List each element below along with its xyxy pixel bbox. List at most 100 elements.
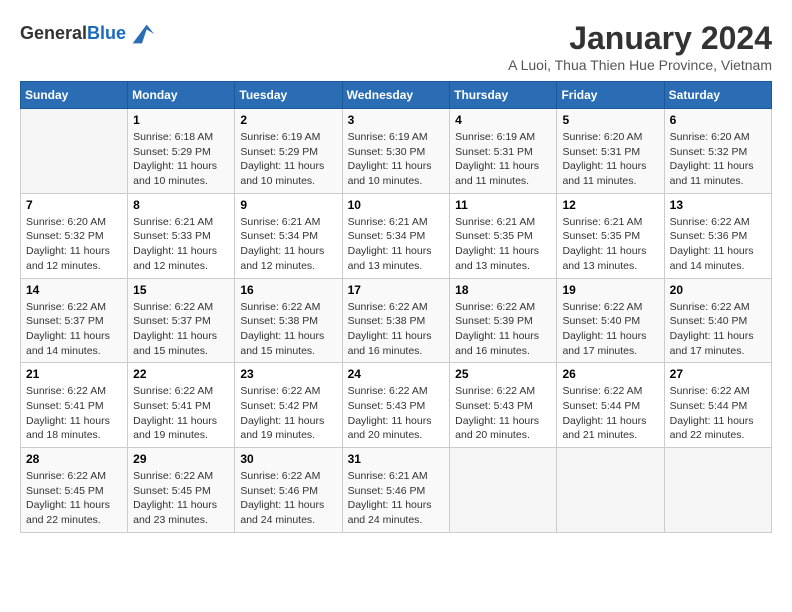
- logo: GeneralBlue: [20, 20, 156, 48]
- day-number: 16: [240, 283, 336, 297]
- day-detail: Sunrise: 6:19 AM Sunset: 5:30 PM Dayligh…: [348, 130, 445, 189]
- calendar-cell: 9 Sunrise: 6:21 AM Sunset: 5:34 PM Daylig…: [235, 193, 342, 278]
- day-detail: Sunrise: 6:18 AM Sunset: 5:29 PM Dayligh…: [133, 130, 229, 189]
- calendar-cell: [664, 448, 771, 533]
- day-detail: Sunrise: 6:21 AM Sunset: 5:35 PM Dayligh…: [455, 215, 551, 274]
- day-detail: Sunrise: 6:19 AM Sunset: 5:31 PM Dayligh…: [455, 130, 551, 189]
- calendar-cell: 27 Sunrise: 6:22 AM Sunset: 5:44 PM Dayli…: [664, 363, 771, 448]
- day-detail: Sunrise: 6:22 AM Sunset: 5:44 PM Dayligh…: [562, 384, 658, 443]
- calendar-cell: 11 Sunrise: 6:21 AM Sunset: 5:35 PM Dayli…: [450, 193, 557, 278]
- day-detail: Sunrise: 6:19 AM Sunset: 5:29 PM Dayligh…: [240, 130, 336, 189]
- day-detail: Sunrise: 6:21 AM Sunset: 5:34 PM Dayligh…: [348, 215, 445, 274]
- calendar-cell: [557, 448, 664, 533]
- weekday-header-wednesday: Wednesday: [342, 82, 450, 109]
- logo-text: GeneralBlue: [20, 24, 126, 44]
- weekday-header-sunday: Sunday: [21, 82, 128, 109]
- calendar-cell: 15Sunrise: 6:22 AM Sunset: 5:37 PM Dayli…: [128, 278, 235, 363]
- day-detail: Sunrise: 6:22 AM Sunset: 5:45 PM Dayligh…: [26, 469, 122, 528]
- day-detail: Sunrise: 6:22 AM Sunset: 5:46 PM Dayligh…: [240, 469, 336, 528]
- day-number: 23: [240, 367, 336, 381]
- day-number: 17: [348, 283, 445, 297]
- calendar-cell: 13Sunrise: 6:22 AM Sunset: 5:36 PM Dayli…: [664, 193, 771, 278]
- day-detail: Sunrise: 6:20 AM Sunset: 5:32 PM Dayligh…: [670, 130, 766, 189]
- calendar-cell: 21 Sunrise: 6:22 AM Sunset: 5:41 PM Dayli…: [21, 363, 128, 448]
- calendar-week-row: 14Sunrise: 6:22 AM Sunset: 5:37 PM Dayli…: [21, 278, 772, 363]
- day-detail: Sunrise: 6:22 AM Sunset: 5:38 PM Dayligh…: [348, 300, 445, 359]
- day-detail: Sunrise: 6:20 AM Sunset: 5:31 PM Dayligh…: [562, 130, 658, 189]
- day-number: 30: [240, 452, 336, 466]
- calendar-week-row: 7 Sunrise: 6:20 AM Sunset: 5:32 PM Daylig…: [21, 193, 772, 278]
- day-number: 20: [670, 283, 766, 297]
- calendar-week-row: 1 Sunrise: 6:18 AM Sunset: 5:29 PM Daylig…: [21, 109, 772, 194]
- day-detail: Sunrise: 6:21 AM Sunset: 5:46 PM Dayligh…: [348, 469, 445, 528]
- day-number: 21: [26, 367, 122, 381]
- day-detail: Sunrise: 6:22 AM Sunset: 5:38 PM Dayligh…: [240, 300, 336, 359]
- day-detail: Sunrise: 6:22 AM Sunset: 5:37 PM Dayligh…: [133, 300, 229, 359]
- day-detail: Sunrise: 6:22 AM Sunset: 5:41 PM Dayligh…: [133, 384, 229, 443]
- calendar-cell: [450, 448, 557, 533]
- day-number: 19: [562, 283, 658, 297]
- day-detail: Sunrise: 6:22 AM Sunset: 5:41 PM Dayligh…: [26, 384, 122, 443]
- title-section: January 2024 A Luoi, Thua Thien Hue Prov…: [508, 20, 772, 73]
- calendar-cell: 1 Sunrise: 6:18 AM Sunset: 5:29 PM Daylig…: [128, 109, 235, 194]
- day-number: 31: [348, 452, 445, 466]
- calendar-cell: 5 Sunrise: 6:20 AM Sunset: 5:31 PM Daylig…: [557, 109, 664, 194]
- calendar-cell: 19Sunrise: 6:22 AM Sunset: 5:40 PM Dayli…: [557, 278, 664, 363]
- day-number: 27: [670, 367, 766, 381]
- day-detail: Sunrise: 6:22 AM Sunset: 5:45 PM Dayligh…: [133, 469, 229, 528]
- calendar-cell: 16 Sunrise: 6:22 AM Sunset: 5:38 PM Dayli…: [235, 278, 342, 363]
- calendar-cell: 24 Sunrise: 6:22 AM Sunset: 5:43 PM Dayli…: [342, 363, 450, 448]
- day-number: 6: [670, 113, 766, 127]
- calendar-week-row: 21 Sunrise: 6:22 AM Sunset: 5:41 PM Dayli…: [21, 363, 772, 448]
- day-number: 26: [562, 367, 658, 381]
- day-detail: Sunrise: 6:22 AM Sunset: 5:37 PM Dayligh…: [26, 300, 122, 359]
- calendar-cell: 2Sunrise: 6:19 AM Sunset: 5:29 PM Daylig…: [235, 109, 342, 194]
- calendar-cell: 28 Sunrise: 6:22 AM Sunset: 5:45 PM Dayli…: [21, 448, 128, 533]
- day-number: 25: [455, 367, 551, 381]
- calendar-cell: 29Sunrise: 6:22 AM Sunset: 5:45 PM Dayli…: [128, 448, 235, 533]
- day-detail: Sunrise: 6:22 AM Sunset: 5:43 PM Dayligh…: [348, 384, 445, 443]
- day-number: 28: [26, 452, 122, 466]
- calendar-cell: [21, 109, 128, 194]
- calendar-cell: 20 Sunrise: 6:22 AM Sunset: 5:40 PM Dayli…: [664, 278, 771, 363]
- day-number: 12: [562, 198, 658, 212]
- day-number: 11: [455, 198, 551, 212]
- day-number: 3: [348, 113, 445, 127]
- calendar-cell: 6 Sunrise: 6:20 AM Sunset: 5:32 PM Daylig…: [664, 109, 771, 194]
- day-number: 9: [240, 198, 336, 212]
- day-number: 4: [455, 113, 551, 127]
- location-subtitle: A Luoi, Thua Thien Hue Province, Vietnam: [508, 57, 772, 73]
- day-number: 5: [562, 113, 658, 127]
- calendar-cell: 12 Sunrise: 6:21 AM Sunset: 5:35 PM Dayli…: [557, 193, 664, 278]
- calendar-cell: 17 Sunrise: 6:22 AM Sunset: 5:38 PM Dayli…: [342, 278, 450, 363]
- weekday-header-thursday: Thursday: [450, 82, 557, 109]
- calendar-cell: 26 Sunrise: 6:22 AM Sunset: 5:44 PM Dayli…: [557, 363, 664, 448]
- weekday-header-friday: Friday: [557, 82, 664, 109]
- logo-icon: [128, 20, 156, 48]
- day-detail: Sunrise: 6:22 AM Sunset: 5:44 PM Dayligh…: [670, 384, 766, 443]
- calendar-cell: 31 Sunrise: 6:21 AM Sunset: 5:46 PM Dayli…: [342, 448, 450, 533]
- calendar-cell: 8Sunrise: 6:21 AM Sunset: 5:33 PM Daylig…: [128, 193, 235, 278]
- logo-general: GeneralBlue: [20, 24, 126, 44]
- day-number: 1: [133, 113, 229, 127]
- day-detail: Sunrise: 6:20 AM Sunset: 5:32 PM Dayligh…: [26, 215, 122, 274]
- day-detail: Sunrise: 6:21 AM Sunset: 5:34 PM Dayligh…: [240, 215, 336, 274]
- day-number: 24: [348, 367, 445, 381]
- day-detail: Sunrise: 6:22 AM Sunset: 5:36 PM Dayligh…: [670, 215, 766, 274]
- weekday-header-row: SundayMondayTuesdayWednesdayThursdayFrid…: [21, 82, 772, 109]
- calendar-cell: 14Sunrise: 6:22 AM Sunset: 5:37 PM Dayli…: [21, 278, 128, 363]
- calendar-cell: 22 Sunrise: 6:22 AM Sunset: 5:41 PM Dayli…: [128, 363, 235, 448]
- day-number: 18: [455, 283, 551, 297]
- day-detail: Sunrise: 6:21 AM Sunset: 5:33 PM Dayligh…: [133, 215, 229, 274]
- calendar-cell: 23 Sunrise: 6:22 AM Sunset: 5:42 PM Dayli…: [235, 363, 342, 448]
- weekday-header-tuesday: Tuesday: [235, 82, 342, 109]
- day-number: 7: [26, 198, 122, 212]
- weekday-header-monday: Monday: [128, 82, 235, 109]
- day-detail: Sunrise: 6:21 AM Sunset: 5:35 PM Dayligh…: [562, 215, 658, 274]
- day-detail: Sunrise: 6:22 AM Sunset: 5:39 PM Dayligh…: [455, 300, 551, 359]
- day-detail: Sunrise: 6:22 AM Sunset: 5:42 PM Dayligh…: [240, 384, 336, 443]
- day-number: 22: [133, 367, 229, 381]
- calendar-cell: 18 Sunrise: 6:22 AM Sunset: 5:39 PM Dayli…: [450, 278, 557, 363]
- day-detail: Sunrise: 6:22 AM Sunset: 5:40 PM Dayligh…: [670, 300, 766, 359]
- calendar-cell: 25Sunrise: 6:22 AM Sunset: 5:43 PM Dayli…: [450, 363, 557, 448]
